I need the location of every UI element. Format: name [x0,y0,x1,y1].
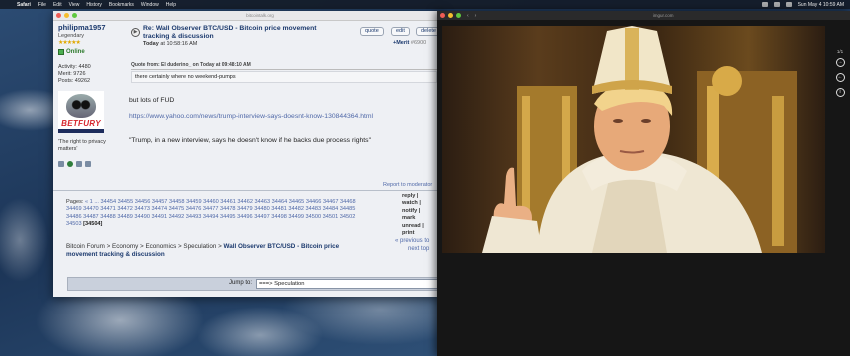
post-date-time: at 10:58:16 AM [160,41,198,47]
throne-ornament [712,66,742,96]
viewer-minimize-button[interactable] [448,13,453,18]
breadcrumb: Bitcoin Forum > Economy > Economics > Sp… [66,243,366,259]
pagination: Pages: « 1 ... 34454 34455 34456 34457 3… [66,199,366,229]
menu-item-window[interactable]: Window [141,2,159,8]
thread-actions: reply | watch | notify | mark unread | p… [402,193,432,237]
news-link[interactable]: https://www.yahoo.com/news/trump-intervi… [129,113,373,120]
user-icons [58,161,118,167]
quote-button[interactable]: quote [360,27,384,36]
menubar-clock[interactable]: Sun May 4 10:59 AM [798,2,844,8]
online-icon [58,49,64,55]
menu-item-bookmarks[interactable]: Bookmarks [109,2,134,8]
menu-item-edit[interactable]: Edit [53,2,62,8]
avatar: BETFURY [58,91,104,133]
forum-browser-window: bitcointalk.org philipma1957 Legendary ★… [53,11,443,297]
poster-stats: Activity: 4480 Merit: 9726 Posts: 49262 [58,64,118,85]
menu-item-file[interactable]: File [38,2,46,8]
left-eye [613,119,623,123]
previous-arrow-icon[interactable]: ← [835,73,845,82]
post-date: Today at 10:58:16 AM [143,41,197,47]
post-body-line: but lots of FUD [129,97,175,104]
mark-unread-link[interactable]: mark unread | [402,215,432,230]
email-icon[interactable] [76,161,82,167]
online-label: Online [66,49,85,55]
forum-content: philipma1957 Legendary ★★★★★ Online Acti… [53,21,443,297]
page-links[interactable]: « 1 ... 34454 34455 34456 34457 34458 34… [66,199,356,227]
post-date-label: Today [143,41,159,47]
image-viewer-window: ‹ › imgur.com 1/1 → ← i [437,11,850,356]
notify-link[interactable]: notify | [402,208,432,215]
post-body-quote: "Trump, in a new interview, says he does… [129,137,371,144]
personal-text: 'The right to privacy matters' [58,139,106,152]
viewer-controls: 1/1 → ← i [833,49,847,103]
online-status: Online [58,49,118,55]
avatar-brand-logo: BETFURY [61,119,101,128]
search-icon[interactable] [785,2,792,7]
forum-url[interactable]: bitcointalk.org [77,13,443,18]
profile-icon[interactable] [58,161,64,167]
close-window-button[interactable] [56,13,61,18]
jump-label: Jump to: [229,280,253,286]
apple-icon[interactable] [5,2,13,8]
battery-icon[interactable] [761,2,768,7]
pope-portrait-image[interactable] [442,26,825,253]
quote-header[interactable]: Quote from: El duderino_ on Today at 09:… [131,62,437,70]
avatar-brand-bar [58,129,104,133]
jump-to-select[interactable]: ===> Speculation [256,279,440,289]
poster-username[interactable]: philipma1957 [58,23,118,32]
menu-item-view[interactable]: View [69,2,80,8]
menu-item-help[interactable]: Help [166,2,176,8]
pages-label: Pages: [66,199,84,205]
message-icon[interactable] [85,161,91,167]
jump-bar: Jump to: ===> Speculation [67,277,443,291]
next-topic-link[interactable]: next top [395,245,429,253]
post-arrow-icon: ▶ [131,28,140,37]
forum-window-titlebar: bitcointalk.org [53,11,443,21]
rank-stars-icon: ★★★★★ [58,40,81,46]
next-arrow-icon[interactable]: → [835,58,845,67]
post-divider [53,190,443,191]
post-count: Posts: 49262 [58,78,91,84]
post-number[interactable]: #6900 [411,40,426,46]
sleeve [482,216,542,253]
poster-info: philipma1957 Legendary ★★★★★ Online Acti… [58,23,118,167]
viewer-close-button[interactable] [440,13,445,18]
activity-count: Activity: 4480 [58,64,91,70]
viewer-titlebar: ‹ › imgur.com [437,11,850,20]
website-globe-icon[interactable] [67,161,73,167]
report-link[interactable]: Report to moderator [383,182,432,188]
wifi-icon[interactable] [773,2,780,7]
edit-button[interactable]: edit [391,27,410,36]
viewer-url[interactable]: imgur.com [476,13,850,18]
merit-label[interactable]: +Merit [393,40,409,46]
menu-item-safari[interactable]: Safari [17,2,31,8]
throne-right-column-2 [772,96,784,246]
previous-topic-link[interactable]: « previous to [395,237,429,245]
quote-block: Quote from: El duderino_ on Today at 09:… [131,62,437,83]
portrait-illustration [482,26,797,253]
reply-link[interactable]: reply | [402,193,432,200]
image-counter: 1/1 [836,49,844,54]
post-title[interactable]: Re: Wall Observer BTC/USD - Bitcoin pric… [143,25,343,41]
merit-count: Merit: 9726 [58,71,86,77]
current-page: [34504] [83,221,103,228]
watch-link[interactable]: watch | [402,200,432,207]
merit-link[interactable]: +Merit #6900 [393,40,426,46]
viewer-zoom-button[interactable] [456,13,461,18]
topic-navigation: « previous to next top [395,237,429,253]
right-eye [641,119,651,123]
back-arrow-icon[interactable]: ‹ [467,13,469,19]
menu-bar: Safari File Edit View History Bookmarks … [0,0,850,9]
breadcrumb-path[interactable]: Bitcoin Forum > Economy > Economics > Sp… [66,243,222,250]
quote-text: there certainly where no weekend-pumps [131,71,437,83]
info-icon[interactable]: i [835,88,845,97]
raccoon-mascot-icon [66,94,96,118]
menu-item-history[interactable]: History [86,2,102,8]
minimize-window-button[interactable] [64,13,69,18]
